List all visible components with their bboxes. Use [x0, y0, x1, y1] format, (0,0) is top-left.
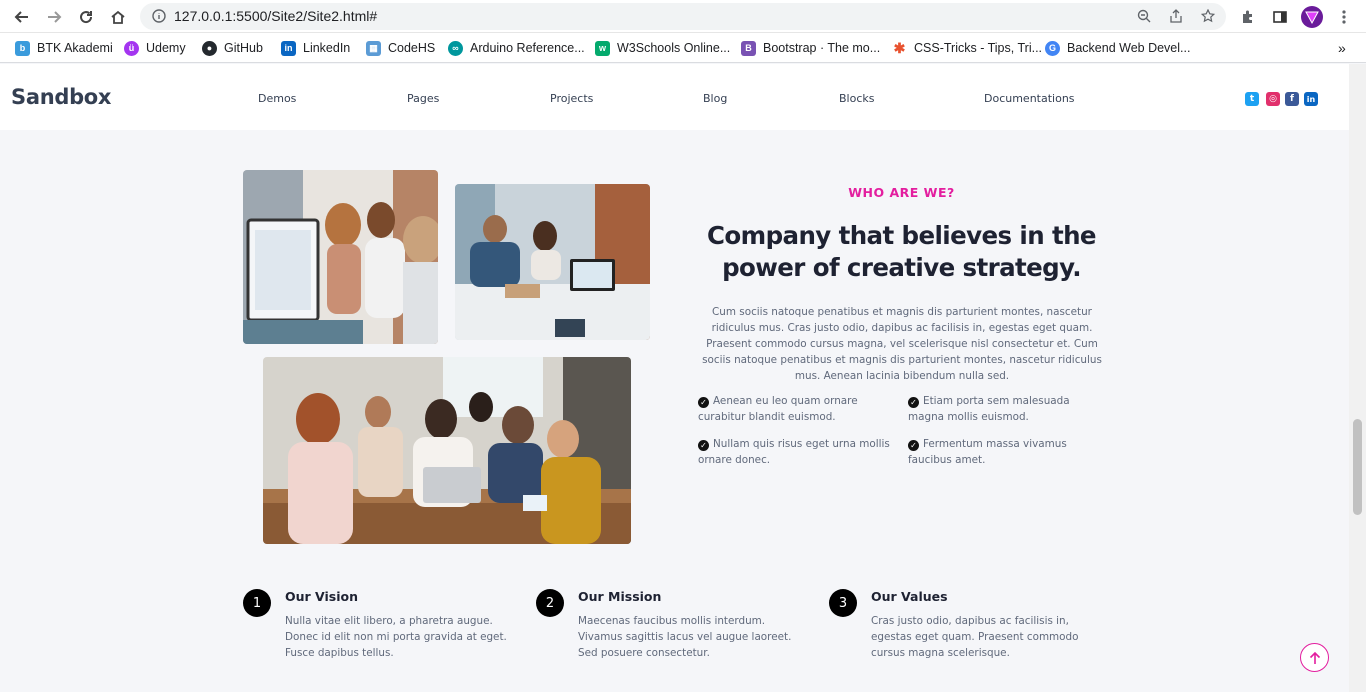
check-icon: ✓: [698, 397, 709, 408]
site-info-icon[interactable]: [150, 7, 168, 25]
bookmark-bootstrap[interactable]: B Bootstrap · The mo...: [741, 40, 880, 56]
feature-text-vision: Nulla vitae elit libero, a pharetra augu…: [285, 615, 507, 659]
udemy-icon: ü: [124, 40, 139, 56]
arrow-up-icon: [1309, 651, 1320, 664]
bookmark-github[interactable]: ● GitHub: [202, 40, 263, 56]
linkedin-icon: in: [281, 40, 296, 56]
site-navbar: Sandbox Demos Pages Projects Blog Blocks…: [0, 64, 1349, 130]
team-photo-3: [263, 357, 631, 544]
css-tricks-icon: ✱: [893, 39, 906, 56]
bookmark-label: Bootstrap · The mo...: [763, 41, 881, 55]
github-icon: ●: [202, 40, 217, 56]
page-viewport: Sandbox Demos Pages Projects Blog Blocks…: [0, 64, 1349, 692]
check-text: Etiam porta sem malesuada magna mollis e…: [908, 395, 1070, 423]
nav-pages[interactable]: Pages: [407, 92, 439, 105]
bookmark-label: CodeHS: [388, 41, 436, 55]
check-icon: ✓: [908, 397, 919, 408]
home-icon[interactable]: [107, 6, 129, 28]
section-headline: Company that believes in the power of cr…: [700, 220, 1103, 284]
check-text: Fermentum massa vivamus faucibus amet.: [908, 438, 1067, 466]
check-item: ✓ Nullam quis risus eget urna mollis orna…: [698, 436, 898, 468]
bookmark-backend[interactable]: G Backend Web Devel...: [1045, 40, 1190, 56]
site-logo[interactable]: Sandbox: [11, 85, 111, 109]
bookmark-arduino[interactable]: ∞ Arduino Reference...: [448, 40, 585, 56]
feature-number-3: 3: [829, 589, 857, 617]
scrollbar-thumb[interactable]: [1353, 419, 1362, 515]
bookmark-label: LinkedIn: [303, 41, 351, 55]
nav-blocks[interactable]: Blocks: [839, 92, 874, 105]
feature-number-2: 2: [536, 589, 564, 617]
more-bookmarks-button[interactable]: »: [1338, 40, 1346, 56]
w3schools-icon: w: [595, 40, 610, 56]
twitter-icon[interactable]: t: [1245, 92, 1259, 106]
check-item: ✓ Etiam porta sem malesuada magna mollis …: [908, 393, 1098, 425]
feature-title-vision: Our Vision: [285, 589, 358, 604]
reload-icon[interactable]: [75, 6, 97, 28]
scroll-to-top-button[interactable]: [1300, 643, 1329, 672]
bookmark-label: W3Schools Online...: [617, 41, 731, 55]
headline-line-1: Company that believes in the: [707, 221, 1096, 250]
bookmark-w3schools[interactable]: w W3Schools Online...: [595, 40, 730, 56]
section-eyebrow: WHO ARE WE?: [848, 185, 955, 200]
check-icon: ✓: [908, 440, 919, 451]
feature-number-1: 1: [243, 589, 271, 617]
menu-kebab-icon[interactable]: [1333, 6, 1355, 28]
browser-toolbar: 127.0.0.1:5500/Site2/Site2.html#: [0, 0, 1366, 33]
forward-icon[interactable]: [43, 6, 65, 28]
bookmark-codehs[interactable]: ▦ CodeHS: [366, 40, 435, 56]
profile-avatar[interactable]: [1301, 6, 1323, 28]
bookmark-css-tricks[interactable]: ✱ CSS-Tricks - Tips, Tri...: [892, 40, 1042, 56]
bookmark-btk-akademi[interactable]: b BTK Akademi: [15, 40, 113, 56]
facebook-icon[interactable]: f: [1285, 92, 1299, 106]
feature-text-values: Cras justo odio, dapibus ac facilisis in…: [871, 615, 1079, 659]
section-lead: Cum sociis natoque penatibus et magnis d…: [702, 306, 1102, 382]
bookmark-label: Arduino Reference...: [470, 41, 585, 55]
headline-line-2: power of creative strategy.: [722, 253, 1081, 282]
nav-documentations[interactable]: Documentations: [984, 92, 1075, 105]
share-icon[interactable]: [1167, 7, 1185, 25]
bookmark-label: Udemy: [146, 41, 186, 55]
btk-icon: b: [15, 40, 30, 56]
bookmark-udemy[interactable]: ü Udemy: [124, 40, 186, 56]
nav-demos[interactable]: Demos: [258, 92, 296, 105]
team-photo-2: [455, 184, 650, 340]
nav-projects[interactable]: Projects: [550, 92, 593, 105]
back-icon[interactable]: [11, 6, 33, 28]
bookmarks-bar: b BTK Akademi ü Udemy ● GitHub in LinkedIn ▦…: [0, 33, 1366, 63]
check-text: Aenean eu leo quam ornare curabitur blan…: [698, 395, 858, 423]
zoom-icon[interactable]: [1135, 7, 1153, 25]
bookmark-label: GitHub: [224, 41, 263, 55]
check-icon: ✓: [698, 440, 709, 451]
bookmark-label: CSS-Tricks - Tips, Tri...: [914, 41, 1043, 55]
feature-title-mission: Our Mission: [578, 589, 662, 604]
bookmark-linkedin[interactable]: in LinkedIn: [281, 40, 350, 56]
check-item: ✓ Aenean eu leo quam ornare curabitur bla…: [698, 393, 888, 425]
feature-title-values: Our Values: [871, 589, 948, 604]
extensions-icon[interactable]: [1237, 6, 1259, 28]
bootstrap-icon: B: [741, 40, 756, 56]
nav-blog[interactable]: Blog: [703, 92, 727, 105]
arduino-icon: ∞: [448, 40, 463, 56]
feature-text-mission: Maecenas faucibus mollis interdum. Vivam…: [578, 615, 792, 659]
codehs-icon: ▦: [366, 40, 381, 56]
side-panel-icon[interactable]: [1269, 6, 1291, 28]
bookmark-label: BTK Akademi: [37, 41, 113, 55]
bookmark-label: Backend Web Devel...: [1067, 41, 1191, 55]
team-photo-1: [243, 170, 438, 344]
check-text: Nullam quis risus eget urna mollis ornar…: [698, 438, 890, 466]
linkedin-icon[interactable]: in: [1304, 92, 1318, 106]
bookmark-star-icon[interactable]: [1199, 7, 1217, 25]
check-item: ✓ Fermentum massa vivamus faucibus amet.: [908, 436, 1098, 468]
page-scrollbar[interactable]: [1349, 64, 1366, 692]
google-icon: G: [1045, 40, 1060, 56]
instagram-icon[interactable]: ◎: [1266, 92, 1280, 106]
url-text[interactable]: 127.0.0.1:5500/Site2/Site2.html#: [174, 8, 377, 24]
